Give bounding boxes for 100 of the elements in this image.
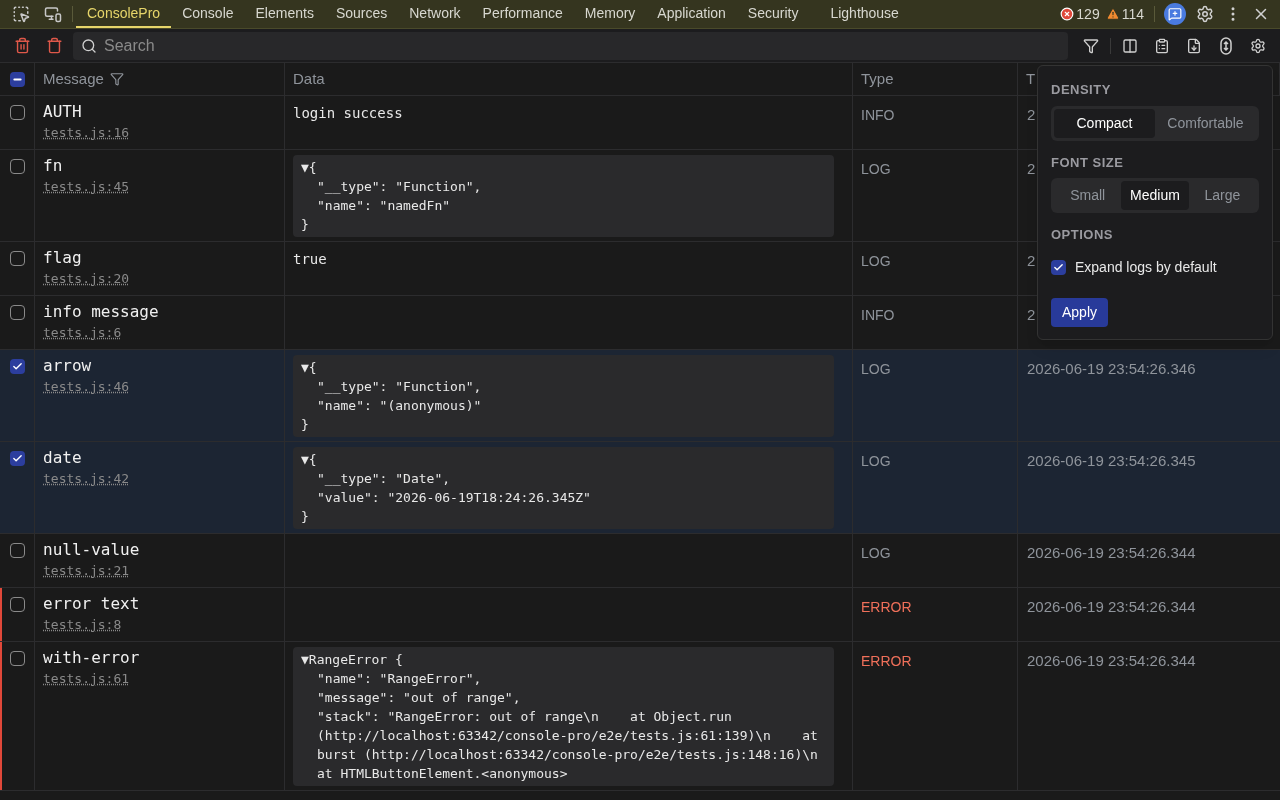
timestamp: 2: [1027, 106, 1036, 123]
log-type: LOG: [861, 453, 891, 469]
source-link[interactable]: tests.js:46: [43, 378, 130, 396]
segment-option[interactable]: Large: [1188, 181, 1256, 210]
message-text: flag: [43, 248, 82, 268]
segment-option[interactable]: Medium: [1121, 181, 1189, 210]
timestamp: 2: [1027, 252, 1036, 269]
select-all-checkbox[interactable]: [9, 71, 25, 87]
timestamp: 2: [1027, 160, 1036, 177]
object-head[interactable]: ▼{: [301, 358, 826, 377]
filter-icon: [1083, 37, 1099, 54]
log-type: ERROR: [861, 653, 912, 669]
warning-count[interactable]: 114: [1121, 3, 1144, 25]
apply-button[interactable]: Apply: [1051, 297, 1109, 327]
error-icon: [1060, 7, 1075, 21]
log-type: LOG: [861, 253, 891, 269]
source-link[interactable]: tests.js:20: [43, 270, 130, 288]
object-line: "stack": "RangeError: out of range\n at Object.run: [316, 708, 733, 726]
column-header[interactable]: T: [1026, 67, 1036, 91]
segment-option[interactable]: Compact: [1054, 108, 1155, 138]
source-link[interactable]: tests.js:42: [43, 470, 130, 488]
row-checkbox[interactable]: [9, 305, 25, 320]
message-text: arrow: [43, 356, 92, 376]
panel-tab[interactable]: Application: [646, 0, 737, 28]
object-tail: }: [301, 508, 310, 526]
option-label[interactable]: Expand logs by default: [1075, 256, 1217, 278]
source-link[interactable]: tests.js:8: [43, 616, 122, 634]
panel-tab[interactable]: Network: [398, 0, 472, 28]
chat-plus-icon: [1168, 7, 1182, 21]
vertical-arrows-icon: [1220, 36, 1232, 55]
row-checkbox[interactable]: [9, 159, 25, 174]
source-link[interactable]: tests.js:6: [43, 324, 122, 342]
error-count[interactable]: 129: [1076, 3, 1100, 25]
segment-option[interactable]: Comfortable: [1155, 108, 1256, 138]
search-field[interactable]: Search: [73, 31, 1068, 60]
message-text: with-error: [43, 648, 140, 668]
object-head[interactable]: ▼RangeError {: [301, 650, 826, 669]
row-checkbox[interactable]: [9, 597, 25, 612]
row-checkbox[interactable]: [9, 651, 25, 666]
assistant-button[interactable]: [1164, 3, 1186, 25]
section-title: OPTIONS: [1051, 226, 1114, 244]
row-checkbox[interactable]: [9, 251, 25, 266]
columns-icon: [1122, 37, 1138, 54]
panel-tab[interactable]: Elements: [244, 0, 325, 28]
inspect-icon[interactable]: [12, 5, 30, 23]
message-text: null-value: [43, 540, 140, 560]
panel-tab[interactable]: Security: [736, 0, 810, 28]
object-line: at HTMLButtonElement.<anonymous>: [316, 765, 569, 783]
message-text: date: [43, 448, 82, 468]
panel-tab[interactable]: Sources: [324, 0, 399, 28]
column-header[interactable]: Message: [43, 67, 104, 91]
log-type: INFO: [861, 307, 895, 323]
trash-icon: [45, 37, 63, 54]
settings-icon: [1250, 37, 1266, 54]
object-line: "name": "RangeError",: [316, 670, 483, 688]
trash-icon: [13, 37, 31, 54]
object-head[interactable]: ▼{: [301, 158, 826, 177]
device-icon[interactable]: [44, 5, 62, 23]
section-title: FONT SIZE: [1051, 153, 1125, 172]
source-link[interactable]: tests.js:16: [43, 124, 130, 142]
row-checkbox[interactable]: [9, 359, 25, 374]
panel-tab[interactable]: Lighthouse: [819, 0, 910, 28]
panel-tab[interactable]: Memory: [573, 0, 647, 28]
segment-option[interactable]: Small: [1054, 181, 1122, 210]
object-line: "message": "out of range",: [316, 689, 522, 707]
source-link[interactable]: tests.js:61: [43, 670, 130, 688]
filter-icon[interactable]: [109, 72, 124, 86]
selected-log-row[interactable]: date tests.js:42 ▼{ "__type": "Date", "value": "2026-06-19T18:24:26.345Z" } LOG 2026-06-19 23:54:26.345: [0, 442, 1280, 534]
message-text: info message: [43, 302, 159, 322]
object-line: "__type": "Function",: [316, 178, 483, 196]
timestamp: 2: [1027, 306, 1036, 323]
object-line: "__type": "Function",: [316, 378, 483, 396]
panel-tab[interactable]: Console: [171, 0, 245, 28]
source-link[interactable]: tests.js:45: [43, 178, 130, 196]
log-type: LOG: [861, 161, 891, 177]
search-icon: [81, 37, 97, 54]
object-line: "__type": "Date",: [316, 470, 452, 488]
column-header[interactable]: Type: [861, 67, 894, 91]
object-line: burst (http://localhost:63342/console-pro/e2e/tests.js:148:16)\n: [316, 746, 819, 764]
option-checkbox[interactable]: [1051, 259, 1066, 275]
data-text: login success: [293, 105, 403, 121]
object-line: (http://localhost:63342/console-pro/e2e/tests.js:61:139)\n at: [316, 727, 819, 745]
message-text: AUTH: [43, 102, 82, 122]
object-head[interactable]: ▼{: [301, 450, 826, 469]
selected-log-row[interactable]: arrow tests.js:46 ▼{ "__type": "Function", "name": "(anonymous)" } LOG 2026-06-19 23:54:26.346: [0, 350, 1280, 442]
log-type: ERROR: [861, 599, 912, 615]
source-link[interactable]: tests.js:21: [43, 562, 130, 580]
object-line: "name": "namedFn": [316, 197, 452, 215]
panel-tab[interactable]: Performance: [471, 0, 574, 28]
row-checkbox[interactable]: [9, 451, 25, 466]
timestamp: 2026-06-19 23:54:26.344: [1027, 598, 1196, 615]
object-tail: }: [301, 216, 310, 234]
file-download-icon: [1186, 37, 1202, 54]
column-header[interactable]: Data: [293, 67, 325, 91]
log-type: LOG: [861, 361, 891, 377]
row-checkbox[interactable]: [9, 105, 25, 120]
settings-icon[interactable]: [1196, 5, 1214, 23]
timestamp: 2026-06-19 23:54:26.344: [1027, 544, 1196, 561]
row-checkbox[interactable]: [9, 543, 25, 558]
check-icon: [11, 361, 23, 372]
